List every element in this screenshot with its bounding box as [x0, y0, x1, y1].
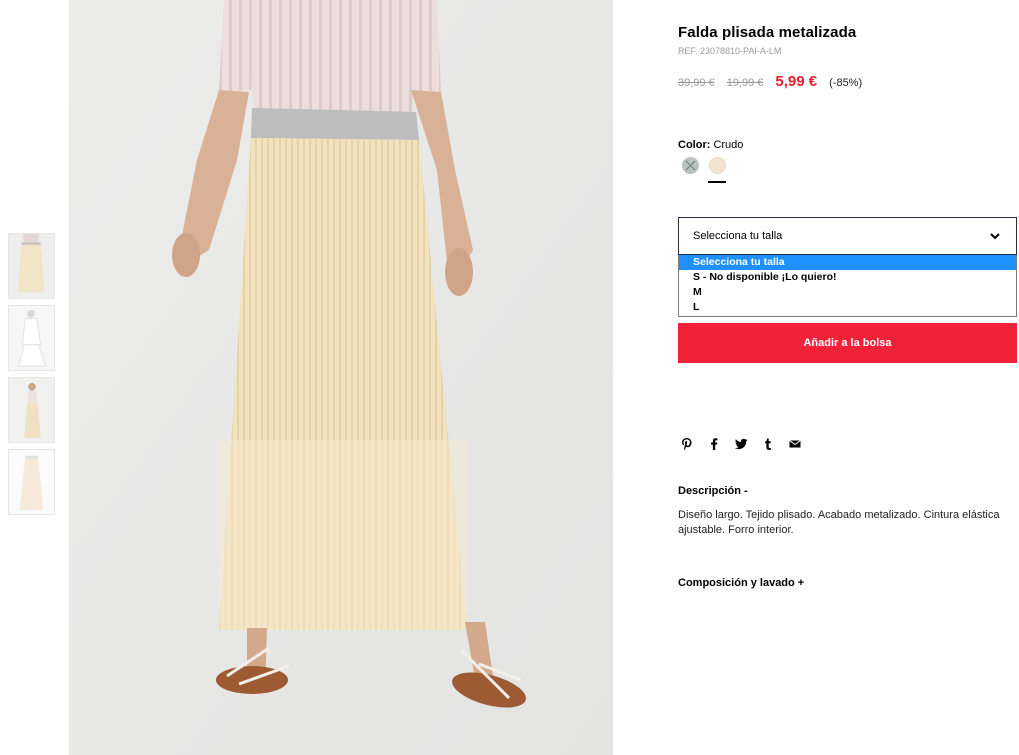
- chevron-down-icon: [990, 233, 1000, 240]
- color-swatch-grey[interactable]: [682, 157, 699, 174]
- pinterest-icon[interactable]: [680, 437, 694, 451]
- tumblr-icon[interactable]: [761, 437, 775, 451]
- share-icons: [680, 437, 815, 451]
- product-title: Falda plisada metalizada: [678, 24, 857, 41]
- discount-percentage: (-85%): [829, 77, 863, 89]
- add-to-bag-button[interactable]: Añadir a la bolsa: [678, 323, 1017, 363]
- product-main-image: [69, 0, 613, 755]
- size-option-m[interactable]: M: [679, 285, 1016, 300]
- thumbnail-3[interactable]: [8, 377, 55, 443]
- thumbnail-list: [8, 233, 55, 521]
- color-label: Color:: [678, 139, 711, 151]
- color-swatches: [682, 157, 736, 174]
- thumbnail-1[interactable]: [8, 233, 55, 299]
- original-price: 39,99 €: [678, 77, 715, 89]
- color-label-row: Color: Crudo: [678, 139, 743, 151]
- email-icon[interactable]: [788, 437, 802, 451]
- description-toggle[interactable]: Descripción -: [678, 485, 748, 497]
- price-row: 39,99 € 19,99 € 5,99 € (-85%): [678, 73, 862, 90]
- composition-toggle[interactable]: Composición y lavado +: [678, 577, 804, 589]
- size-option-s[interactable]: S - No disponible ¡Lo quiero!: [679, 270, 1016, 285]
- color-swatch-crudo[interactable]: [709, 157, 726, 174]
- thumbnail-4[interactable]: [8, 449, 55, 515]
- size-option-l[interactable]: L: [679, 300, 1016, 315]
- product-reference: REF. 23078810-PAI-A-LM: [678, 46, 782, 56]
- previous-price: 19,99 €: [726, 77, 764, 89]
- size-options-list: Selecciona tu talla S - No disponible ¡L…: [678, 255, 1017, 317]
- size-option-placeholder[interactable]: Selecciona tu talla: [679, 255, 1016, 270]
- facebook-icon[interactable]: [707, 437, 721, 451]
- twitter-icon[interactable]: [734, 437, 748, 451]
- size-select[interactable]: Selecciona tu talla: [678, 217, 1017, 255]
- selected-swatch-indicator: [708, 181, 726, 183]
- description-text: Diseño largo. Tejido plisado. Acabado me…: [678, 509, 1000, 536]
- sale-price: 5,99 €: [775, 73, 818, 90]
- size-select-value: Selecciona tu talla: [693, 230, 783, 242]
- thumbnail-2[interactable]: [8, 305, 55, 371]
- color-value: Crudo: [713, 139, 744, 151]
